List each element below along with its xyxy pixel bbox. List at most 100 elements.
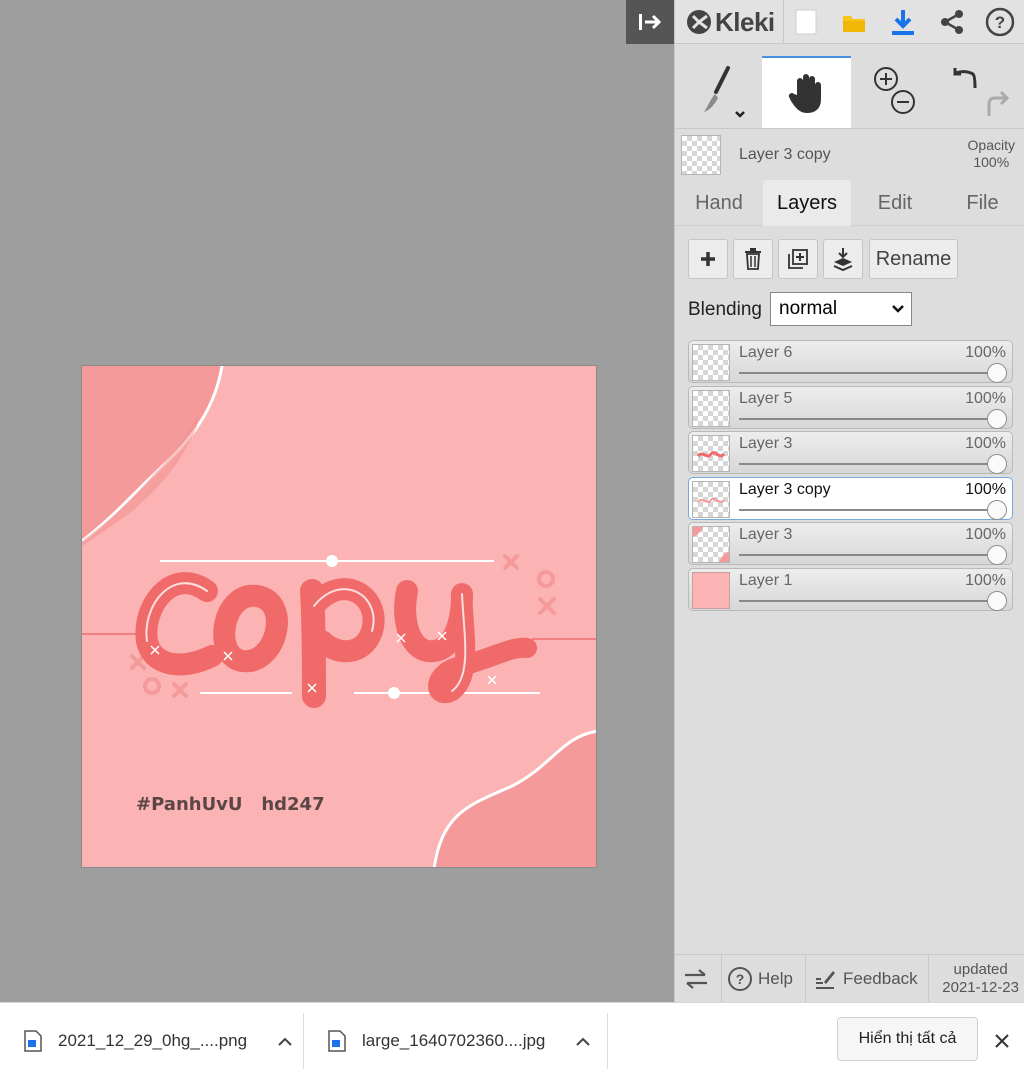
hand-icon — [788, 74, 821, 113]
tab-hand[interactable]: Hand — [681, 180, 757, 226]
swap-side-button[interactable] — [683, 955, 715, 1003]
download-item[interactable]: 2021_12_29_0hg_....png — [24, 1003, 293, 1077]
opacity-slider-handle[interactable] — [987, 500, 1007, 520]
open-button[interactable] — [837, 5, 871, 39]
thumbnail-lettering — [697, 497, 725, 503]
swap-arrows-icon — [685, 969, 707, 989]
opacity-slider-track[interactable] — [739, 554, 996, 556]
duplicate-layer-button[interactable] — [778, 239, 818, 279]
collapse-arrow-icon — [639, 14, 662, 30]
chevron-up-icon[interactable] — [277, 1035, 293, 1047]
layer-opacity: 100% — [965, 344, 1006, 361]
opacity-slider-handle[interactable] — [987, 591, 1007, 611]
opacity-slider-handle[interactable] — [987, 545, 1007, 565]
share-button[interactable] — [935, 5, 969, 39]
close-icon — [995, 1034, 1009, 1048]
feedback-label: Feedback — [843, 969, 918, 988]
layer-item[interactable]: Layer 3 100% — [688, 522, 1013, 565]
chevron-up-icon[interactable] — [575, 1035, 591, 1047]
blending-select[interactable]: normal — [770, 292, 912, 326]
help-button[interactable]: ? — [983, 5, 1017, 39]
zoom-tool[interactable] — [855, 56, 935, 128]
close-download-bar-button[interactable] — [988, 1027, 1016, 1055]
divider — [607, 1013, 608, 1069]
undo-redo-tool[interactable] — [940, 56, 1020, 128]
brush-tool[interactable] — [675, 56, 761, 128]
panel-footer: ? Help Feedback updated 2021-12-23 — [675, 954, 1024, 1003]
layer-thumbnail — [692, 435, 730, 472]
artwork-hashtag: #PanhUvU hd247 — [136, 794, 325, 815]
divider — [721, 955, 722, 1003]
divider — [805, 955, 806, 1003]
divider — [783, 0, 784, 44]
layer-name: Layer 5 — [739, 390, 793, 407]
layer-item[interactable]: Layer 1 100% — [688, 568, 1013, 611]
zoom-in-icon — [874, 67, 915, 114]
divider — [303, 1013, 304, 1069]
top-bar: Kleki ? — [675, 0, 1024, 44]
delete-layer-button[interactable] — [733, 239, 773, 279]
layer-name: Layer 3 — [739, 526, 793, 543]
add-layer-button[interactable] — [688, 239, 728, 279]
layer-thumbnail — [692, 344, 730, 381]
layer-item[interactable]: Layer 5 100% — [688, 386, 1013, 429]
brush-icon — [704, 66, 745, 118]
show-all-downloads-button[interactable]: Hiển thị tất cả — [837, 1017, 978, 1061]
layer-thumbnail — [692, 526, 730, 563]
updated-date: 2021-12-23 — [942, 979, 1019, 996]
blending-value: normal — [779, 298, 838, 319]
collapse-panel-button[interactable] — [626, 0, 674, 44]
help-circle-icon: ? — [728, 967, 752, 991]
share-icon — [941, 10, 963, 34]
layer-item-selected[interactable]: Layer 3 copy 100% — [688, 477, 1013, 520]
opacity-slider-handle[interactable] — [987, 409, 1007, 429]
artwork-illustration — [82, 366, 596, 867]
artwork-canvas[interactable]: #PanhUvU hd247 — [81, 365, 597, 868]
kleki-logo[interactable]: Kleki — [685, 6, 775, 38]
layer-opacity: 100% — [965, 572, 1006, 589]
layer-name: Layer 3 copy — [739, 481, 831, 498]
new-image-button[interactable] — [789, 5, 823, 39]
merge-down-button[interactable] — [823, 239, 863, 279]
chevron-down-icon — [892, 305, 904, 313]
plus-icon — [701, 252, 715, 266]
tab-layers[interactable]: Layers — [763, 180, 851, 226]
hand-tool[interactable] — [762, 56, 851, 128]
opacity-slider-track[interactable] — [739, 418, 996, 420]
layer-item[interactable]: Layer 3 100% — [688, 431, 1013, 474]
opacity-slider-handle[interactable] — [987, 363, 1007, 383]
opacity-slider-handle[interactable] — [987, 454, 1007, 474]
rename-layer-button[interactable]: Rename — [869, 239, 958, 279]
new-image-icon — [795, 9, 817, 35]
updated-info[interactable]: updated 2021-12-23 — [942, 961, 1019, 997]
opacity-slider-track[interactable] — [739, 509, 996, 511]
layers-panel: Rename Blending normal Layer 6 100% Laye… — [675, 226, 1024, 954]
undo-icon — [953, 68, 1010, 116]
opacity-slider-track[interactable] — [739, 372, 996, 374]
thumbnail-waves — [693, 527, 729, 562]
opacity-slider-track[interactable] — [739, 463, 996, 465]
canvas-area[interactable]: #PanhUvU hd247 — [0, 0, 674, 1002]
help-link[interactable]: ? Help — [727, 955, 793, 1003]
tool-row — [675, 56, 1024, 128]
updated-label: updated — [953, 961, 1008, 978]
current-layer-info: Layer 3 copy Opacity 100% — [675, 128, 1024, 180]
merge-down-icon — [833, 248, 853, 271]
layer-name: Layer 6 — [739, 344, 793, 361]
download-filename: 2021_12_29_0hg_....png — [58, 1030, 248, 1050]
thumbnail-lettering — [696, 451, 726, 458]
side-panel: Kleki ? Layer 3 copy Opacity 100% Hand L… — [674, 0, 1024, 1003]
duplicate-icon — [788, 249, 808, 269]
save-button[interactable] — [886, 5, 920, 39]
tab-file[interactable]: File — [945, 180, 1020, 226]
layer-thumbnail — [692, 481, 730, 518]
layer-opacity: 100% — [965, 435, 1006, 452]
layer-thumbnail — [692, 572, 730, 609]
opacity-slider-track[interactable] — [739, 600, 996, 602]
download-item[interactable]: large_1640702360....jpg — [328, 1003, 591, 1077]
tab-edit[interactable]: Edit — [855, 180, 935, 226]
feedback-link[interactable]: Feedback — [813, 955, 918, 1003]
app-name: Kleki — [715, 6, 775, 37]
svg-text:?: ? — [736, 971, 745, 987]
layer-item[interactable]: Layer 6 100% — [688, 340, 1013, 383]
